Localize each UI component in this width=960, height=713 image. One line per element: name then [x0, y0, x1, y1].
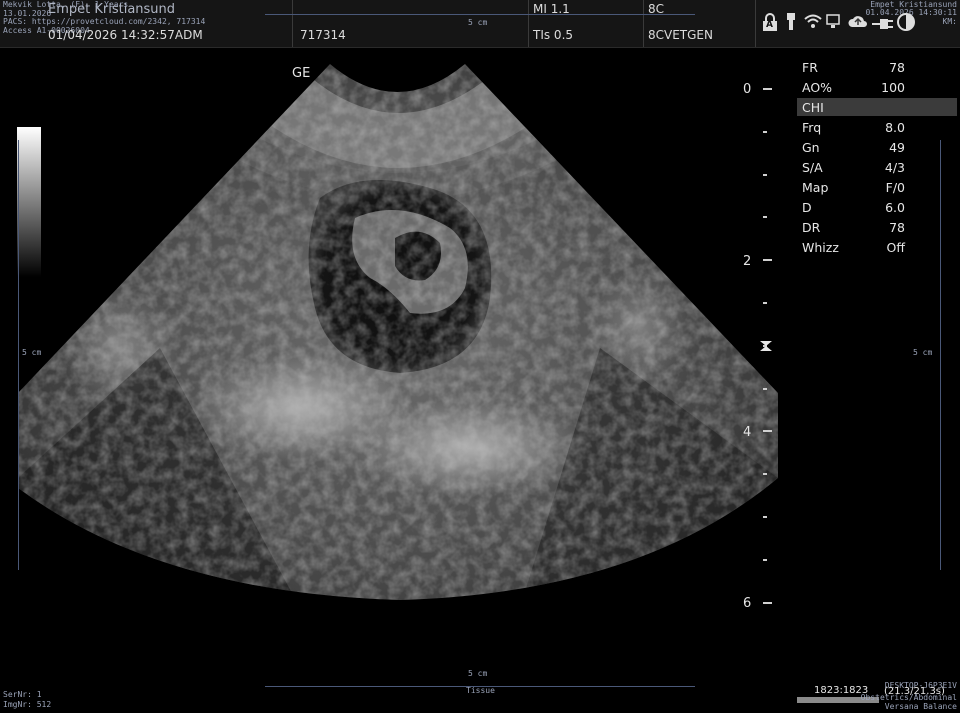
param-key: Whizz [802, 240, 839, 255]
param-value: F/0 [885, 180, 905, 195]
depth-label-2: 2 [743, 254, 752, 269]
ultrasound-sector [18, 64, 778, 600]
bottom-scale-caption: Tissue [466, 686, 495, 695]
km-label: KM: [942, 17, 957, 26]
clinic-name: Empet Kristiansund [48, 2, 176, 17]
param-key: Map [802, 180, 829, 195]
exam-caption: Obstetrics/Abdominal [860, 693, 957, 702]
depth-minor-tick [763, 216, 767, 219]
param-key: Frq [802, 120, 822, 135]
cloud-upload-icon [848, 13, 868, 29]
param-row-ao: AO% 100 [797, 78, 957, 96]
param-key: AO% [802, 80, 833, 95]
depth-minor-tick [763, 130, 767, 133]
depth-minor-tick [763, 173, 767, 176]
wifi-icon [803, 13, 823, 29]
param-value: 78 [889, 60, 905, 75]
param-row-frq: Frq 8.0 [797, 118, 957, 136]
param-value: 49 [889, 140, 905, 155]
ultrasound-image[interactable] [0, 48, 790, 688]
param-key: CHI [802, 100, 824, 115]
depth-major-tick [763, 88, 772, 90]
bottom-scale-label: 5 cm [468, 669, 488, 678]
right-scale-label: 5 cm [913, 348, 933, 357]
thermal-index: TIs 0.5 [533, 28, 574, 42]
param-row-whizz: Whizz Off [797, 238, 957, 256]
depth-label-6: 6 [743, 596, 752, 611]
param-value: 78 [889, 220, 905, 235]
param-row-fr: FR 78 [797, 58, 957, 76]
image-number: ImgNr: 512 [3, 700, 52, 709]
preset-name: 8CVETGEN [648, 28, 713, 42]
lock-icon: A [762, 12, 778, 32]
depth-label-4: 4 [743, 425, 752, 440]
network-icon [826, 13, 842, 29]
param-key: DR [802, 220, 821, 235]
param-row-d: D 6.0 [797, 198, 957, 216]
lock-letter: A [766, 20, 773, 30]
system-caption: Versana Balance [884, 702, 957, 711]
depth-label-0: 0 [743, 82, 752, 97]
depth-minor-tick [763, 473, 767, 476]
param-row-chi[interactable]: CHI [797, 98, 957, 116]
exam-datetime: 01/04/2026 14:32:57ADM [48, 28, 203, 42]
top-scale-line [265, 14, 695, 15]
depth-minor-tick [763, 558, 767, 561]
param-value: 6.0 [885, 200, 905, 215]
param-key: Gn [802, 140, 820, 155]
pacs-url: PACS: https://provetcloud.com/2342, 7173… [3, 17, 206, 26]
half-circle-icon [896, 12, 916, 32]
series-number: SerNr: 1 [3, 690, 42, 699]
param-value: 100 [881, 80, 905, 95]
left-scale-line [18, 140, 19, 570]
depth-major-tick [763, 601, 772, 604]
param-row-dr: DR 78 [797, 218, 957, 236]
param-row-gn: Gn 49 [797, 138, 957, 156]
depth-minor-tick [763, 516, 767, 518]
param-row-sa: S/A 4/3 [797, 158, 957, 176]
param-value: 4/3 [884, 160, 905, 175]
depth-major-tick [763, 430, 772, 433]
depth-minor-tick [763, 302, 767, 304]
top-scale-label: 5 cm [468, 18, 488, 27]
param-key: S/A [802, 160, 823, 175]
usb-icon [784, 12, 798, 32]
param-value: Off [886, 240, 905, 255]
orientation-marker: GE [292, 66, 311, 81]
depth-major-tick [763, 259, 772, 262]
grayscale-bar [17, 127, 41, 277]
patient-id: 717314 [300, 28, 346, 42]
param-key: FR [802, 60, 818, 75]
depth-minor-tick [763, 387, 767, 390]
param-row-map: Map F/0 [797, 178, 957, 196]
param-value: 8.0 [885, 120, 905, 135]
left-scale-label: 5 cm [22, 348, 42, 357]
param-key: D [802, 200, 812, 215]
focus-marker-icon [759, 337, 773, 351]
power-plug-icon [872, 15, 894, 29]
